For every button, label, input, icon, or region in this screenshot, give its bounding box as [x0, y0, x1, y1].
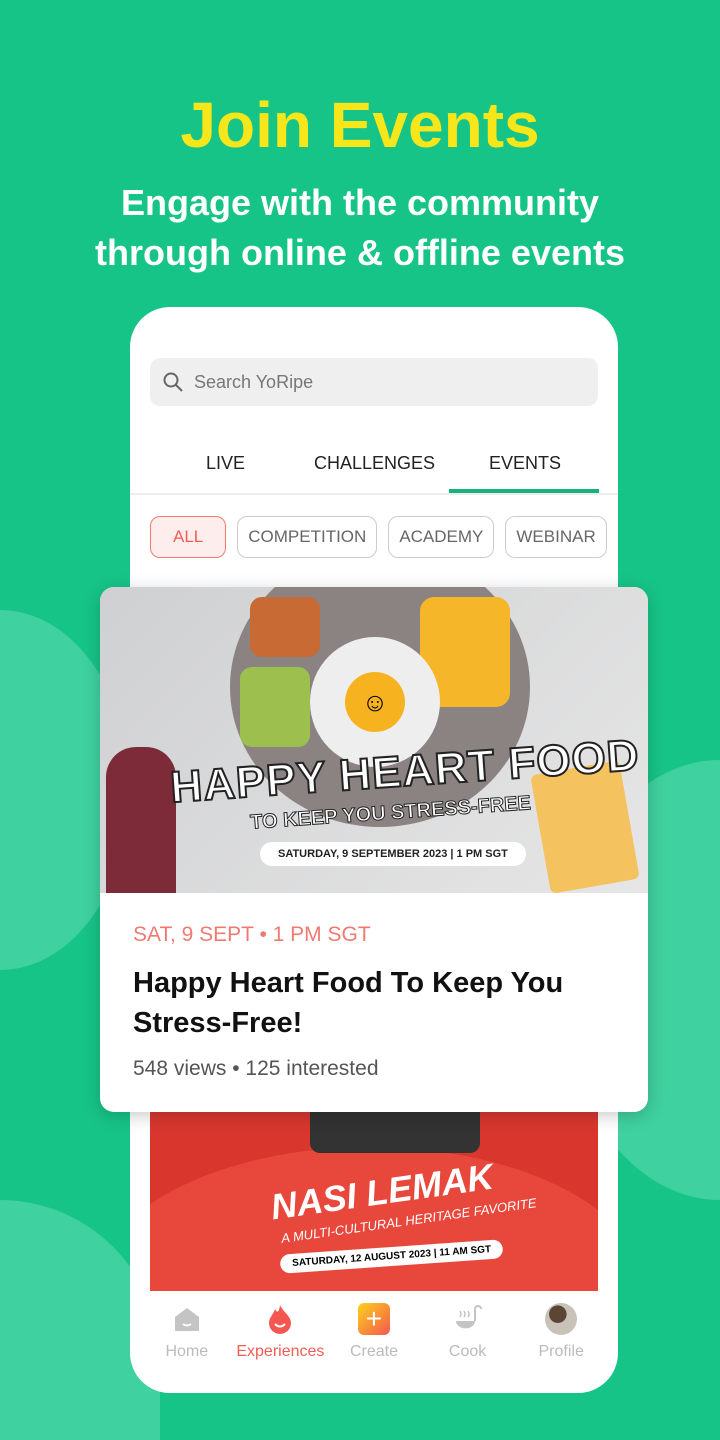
promo-subtitle-line: through online & offline events: [95, 232, 625, 273]
poster-avocado: [240, 667, 310, 747]
filter-chips: ALL COMPETITION ACADEMY WEBINAR: [150, 516, 607, 558]
tab-live[interactable]: LIVE: [206, 453, 245, 474]
poster-date: SATURDAY, 9 SEPTEMBER 2023 | 1 PM SGT: [260, 842, 526, 866]
poster-dish: [310, 1107, 480, 1153]
filter-competition[interactable]: COMPETITION: [237, 516, 378, 558]
search-placeholder: Search YoRipe: [194, 371, 314, 392]
promo-subtitle-line: Engage with the community: [120, 182, 600, 223]
plus-icon: +: [357, 1303, 390, 1335]
promo-title: Join Events: [180, 89, 540, 161]
smiley-icon: ☺: [345, 672, 405, 732]
ladle-icon: [452, 1303, 484, 1335]
filter-webinar[interactable]: WEBINAR: [505, 516, 607, 558]
tab-bar: LIVE CHALLENGES EVENTS: [130, 437, 618, 495]
nav-label: Home: [165, 1343, 209, 1360]
bottom-nav: Home Experiences + Create Cook Profile: [130, 1291, 618, 1393]
filter-academy[interactable]: ACADEMY: [388, 516, 495, 558]
nav-label: Profile: [538, 1343, 584, 1360]
nav-profile[interactable]: Profile: [516, 1291, 606, 1393]
home-icon: [171, 1303, 203, 1335]
nav-create[interactable]: + Create: [329, 1291, 419, 1393]
search-input[interactable]: Search YoRipe: [150, 358, 598, 406]
search-icon: [163, 372, 183, 392]
event-date: SAT, 9 SEPT • 1 PM SGT: [133, 923, 371, 946]
nav-experiences[interactable]: Experiences: [235, 1291, 325, 1393]
avatar: [545, 1303, 578, 1335]
active-tab-indicator: [449, 489, 599, 493]
flame-icon: [264, 1303, 296, 1335]
event-stats: 548 views • 125 interested: [133, 1057, 379, 1080]
poster-host: [106, 747, 176, 893]
tab-challenges[interactable]: CHALLENGES: [314, 453, 435, 474]
poster-tofu: [250, 597, 320, 657]
filter-all[interactable]: ALL: [150, 516, 227, 558]
nav-label: Create: [349, 1343, 398, 1360]
nav-label: Cook: [448, 1343, 487, 1360]
event-card-featured[interactable]: ☺ HAPPY HEART FOOD TO KEEP YOU STRESS-FR…: [100, 587, 648, 1112]
promo-subtitle: Engage with the community through online…: [0, 178, 720, 278]
event-card-nasi-lemak[interactable]: NASI LEMAK A MULTI-CULTURAL HERITAGE FAV…: [150, 1107, 598, 1291]
nav-label: Experiences: [236, 1343, 325, 1360]
nav-home[interactable]: Home: [142, 1291, 232, 1393]
tab-events[interactable]: EVENTS: [489, 453, 561, 474]
event-poster-image: ☺ HAPPY HEART FOOD TO KEEP YOU STRESS-FR…: [100, 587, 648, 894]
event-title: Happy Heart Food To Keep You Stress-Free…: [133, 967, 564, 1039]
nav-cook[interactable]: Cook: [423, 1291, 513, 1393]
